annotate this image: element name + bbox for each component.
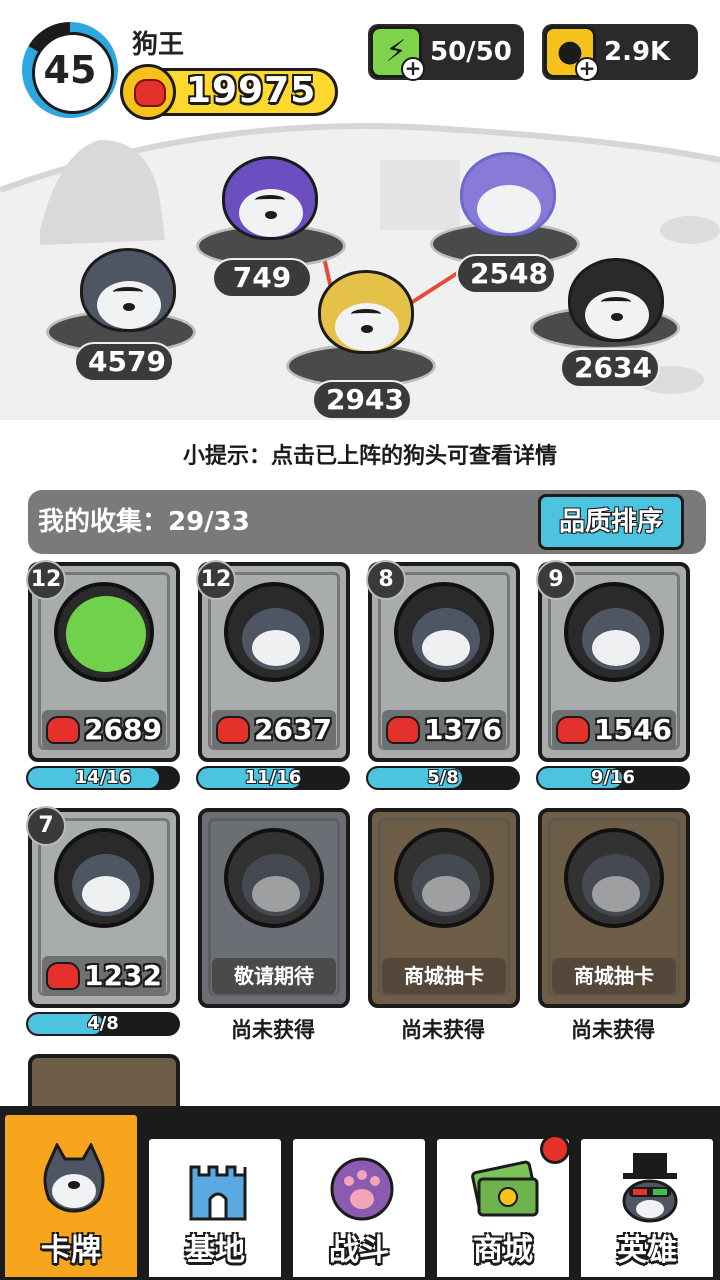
hero-power-tag: 2634 (560, 348, 660, 388)
card-power: 1232 (42, 956, 166, 996)
quality-sort-button[interactable]: 品质排序 (538, 494, 684, 550)
locked-card[interactable]: 敬请期待 (198, 808, 350, 1008)
tab-label: 商城 (473, 1233, 533, 1268)
card-portrait (394, 582, 494, 682)
tab-base[interactable]: 基地 (146, 1136, 284, 1280)
card-portrait (224, 828, 324, 928)
card-level-badge: 7 (26, 806, 66, 846)
locked-card[interactable]: 商城抽卡 (368, 808, 520, 1008)
dog-coin-icon[interactable]: ● + (544, 26, 599, 81)
hero-card[interactable]: 8 1376 (366, 560, 520, 762)
card-power-value: 1232 (84, 959, 162, 992)
card-level-badge: 12 (196, 560, 236, 600)
not-obtained-text: 尚未获得 (571, 1018, 655, 1042)
lineup-tip: 小提示：点击已上阵的狗头可查看详情 (182, 444, 557, 469)
boxing-glove-icon (386, 716, 420, 744)
tab-battle[interactable]: 战斗 (290, 1136, 428, 1280)
hero-card[interactable]: 12 2637 (196, 560, 350, 762)
tab-cards[interactable]: 卡牌 (2, 1112, 140, 1280)
card-portrait (394, 828, 494, 928)
card-progress-text: 11/16 (244, 767, 302, 788)
ninja-dog-head[interactable] (568, 258, 664, 342)
castle-icon (189, 1165, 247, 1221)
coin-value: 2.9K (604, 37, 671, 67)
shop-notification-badge (540, 1134, 570, 1164)
player-level: 45 (43, 48, 97, 92)
player-name: 狗王 (132, 30, 185, 60)
cash-icon (471, 1160, 539, 1217)
locked-card-label: 敬请期待 (212, 958, 336, 994)
hero-power-tag: 2943 (312, 380, 412, 420)
hero-power-tag: 749 (212, 258, 312, 298)
tab-label: 卡牌 (41, 1233, 101, 1268)
card-progress-text: 5/8 (427, 767, 459, 788)
glitched-hero-head[interactable] (460, 152, 556, 236)
card-portrait (224, 582, 324, 682)
collection-count: 我的收集：29/33 (38, 507, 250, 537)
locked-card[interactable]: 商城抽卡 (538, 808, 690, 1008)
card-progress-bar: 9/16 (536, 766, 690, 790)
card-level-badge: 9 (536, 560, 576, 600)
card-progress-text: 9/16 (590, 767, 636, 788)
energy-resource[interactable]: ⚡ + 50/50 (368, 24, 524, 81)
lightning-icon[interactable]: ⚡ + (370, 26, 425, 81)
card-level-badge: 8 (366, 560, 406, 600)
collection-bar: 我的收集：29/33 品质排序 (28, 490, 706, 554)
card-progress-text: 14/16 (74, 767, 132, 788)
card-progress-bar: 14/16 (26, 766, 180, 790)
coin-resource[interactable]: ● + 2.9K (542, 24, 698, 81)
card-progress-text: 4/8 (87, 1013, 119, 1034)
card-power-value: 2689 (84, 713, 162, 746)
hero-card[interactable]: 12 2689 (26, 560, 180, 762)
card-power: 1546 (552, 710, 676, 750)
card-progress-bar: 4/8 (26, 1012, 180, 1036)
card-portrait (564, 582, 664, 682)
locked-card-label: 商城抽卡 (382, 958, 506, 994)
card-power-value: 2637 (254, 713, 332, 746)
boxing-glove-icon (46, 716, 80, 744)
boxing-glove-icon (46, 962, 80, 990)
hero-card[interactable]: 9 1546 (536, 560, 690, 762)
hooded-dog-head[interactable] (222, 156, 318, 240)
lineup-arena: 749 2548 4579 2943 2634 (0, 120, 720, 420)
card-progress-bar: 5/8 (366, 766, 520, 790)
paw-icon (330, 1157, 394, 1221)
card-progress-bar: 11/16 (196, 766, 350, 790)
boxing-glove-icon (216, 716, 250, 744)
hero-card[interactable]: 7 1232 (26, 806, 180, 1008)
tab-heroes[interactable]: 英雄 (578, 1136, 716, 1280)
dog-head-icon (43, 1143, 105, 1213)
card-power-value: 1376 (424, 713, 502, 746)
hero-power-tag: 4579 (74, 342, 174, 382)
card-level-badge: 12 (26, 560, 66, 600)
card-portrait (54, 582, 154, 682)
locked-card-label: 商城抽卡 (552, 958, 676, 994)
card-power: 1376 (382, 710, 506, 750)
energy-value: 50/50 (430, 37, 512, 67)
card-power-value: 1546 (594, 713, 672, 746)
boxing-glove-icon (120, 64, 176, 120)
add-energy-icon[interactable]: + (401, 57, 425, 81)
card-portrait (564, 828, 664, 928)
add-coins-icon[interactable]: + (575, 57, 599, 81)
hero-power-tag: 2548 (456, 254, 556, 294)
player-power: 19975 (186, 70, 317, 111)
sunglasses-dog-head[interactable] (80, 248, 176, 332)
not-obtained-text: 尚未获得 (231, 1018, 315, 1042)
boxing-glove-icon (556, 716, 590, 744)
tab-label: 基地 (185, 1233, 245, 1268)
golden-helmet-dog-head[interactable] (318, 270, 414, 354)
card-power: 2689 (42, 710, 166, 750)
tab-label: 英雄 (617, 1233, 677, 1268)
not-obtained-text: 尚未获得 (401, 1018, 485, 1042)
top-hat-dog-icon (622, 1153, 678, 1223)
tab-label: 战斗 (329, 1233, 389, 1268)
card-power: 2637 (212, 710, 336, 750)
card-portrait (54, 828, 154, 928)
